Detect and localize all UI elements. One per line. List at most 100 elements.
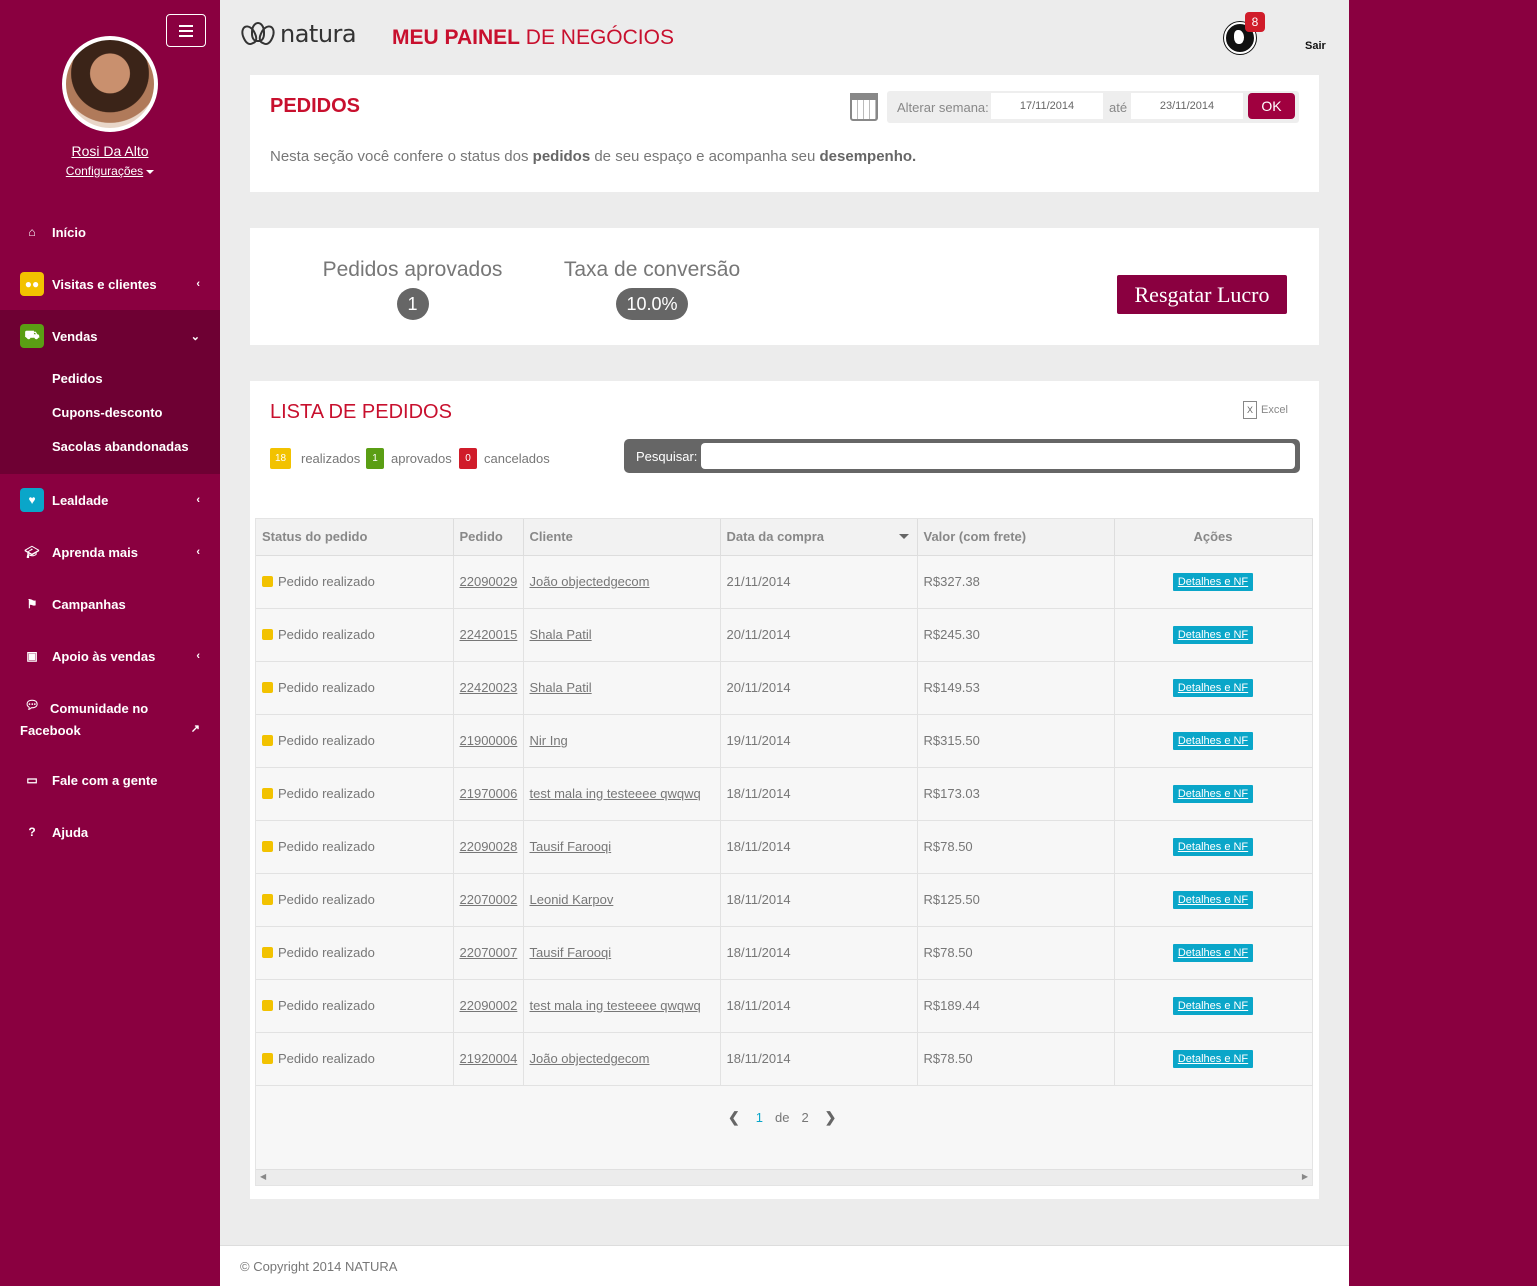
sidebar-item-aprenda[interactable]: 🎓︎ Aprenda mais ‹ xyxy=(0,540,220,564)
ok-button[interactable]: OK xyxy=(1248,93,1295,119)
column-header-cliente[interactable]: Cliente xyxy=(523,519,721,556)
sidebar-subitem-pedidos[interactable]: Pedidos xyxy=(52,371,103,386)
pedido-link[interactable]: 22070007 xyxy=(460,945,518,960)
cliente-link[interactable]: Shala Patil xyxy=(530,627,592,642)
status-cell: Pedido realizado xyxy=(256,1032,454,1086)
excel-export-link[interactable]: X Excel xyxy=(1243,401,1288,419)
detalhes-nf-button[interactable]: Detalhes e NF xyxy=(1172,1049,1254,1068)
pedido-link[interactable]: 21900006 xyxy=(460,733,518,748)
valor-cell: R$315.50 xyxy=(917,714,1115,768)
cliente-link[interactable]: Tausif Farooqi xyxy=(530,839,612,854)
scroll-right-icon[interactable]: ▶ xyxy=(1302,1172,1308,1181)
detalhes-nf-button[interactable]: Detalhes e NF xyxy=(1172,731,1254,750)
pedido-link[interactable]: 21970006 xyxy=(460,786,518,801)
pedido-link[interactable]: 21920004 xyxy=(460,1051,518,1066)
date-start-input[interactable] xyxy=(991,93,1103,119)
cliente-link[interactable]: test mala ing testeeee qwqwq xyxy=(530,786,701,801)
page-title-rest: DE NEGÓCIOS xyxy=(519,26,674,49)
column-header-valor[interactable]: Valor (com frete) xyxy=(917,519,1115,556)
status-indicator xyxy=(262,788,273,799)
cliente-link[interactable]: João objectedgecom xyxy=(530,1051,650,1066)
user-name-link[interactable]: Rosi Da Alto xyxy=(0,143,220,159)
resgatar-lucro-button[interactable]: Resgatar Lucro xyxy=(1117,275,1287,314)
pedido-cell: 22420023 xyxy=(453,661,524,715)
horizontal-scrollbar[interactable]: ◀ ▶ xyxy=(256,1169,1312,1185)
cliente-link[interactable]: Leonid Karpov xyxy=(530,892,614,907)
data-cell: 18/11/2014 xyxy=(720,767,918,821)
detalhes-nf-button[interactable]: Detalhes e NF xyxy=(1172,890,1254,909)
cliente-link[interactable]: Nir Ing xyxy=(530,733,568,748)
avatar[interactable] xyxy=(62,36,158,132)
pagination-current-page[interactable]: 1 xyxy=(756,1110,763,1125)
sidebar-item-ajuda[interactable]: ? Ajuda xyxy=(0,820,220,844)
scroll-left-icon[interactable]: ◀ xyxy=(260,1172,266,1181)
table-row: Pedido realizado 22090002 test mala ing te… xyxy=(256,979,1313,1033)
next-page-icon[interactable]: ❯ xyxy=(825,1109,837,1126)
sidebar-item-vendas[interactable]: ⛟ Vendas ⌄ xyxy=(0,324,220,348)
pedido-cell: 22420015 xyxy=(453,608,524,662)
calendar-icon[interactable] xyxy=(850,93,878,121)
table-row: Pedido realizado 22090029 João objectedgec… xyxy=(256,555,1313,609)
status-cell: Pedido realizado xyxy=(256,555,454,609)
chevron-left-icon: ‹ xyxy=(196,650,200,662)
pedido-cell: 22070007 xyxy=(453,926,524,980)
logo-text: natura xyxy=(280,20,357,48)
data-cell: 18/11/2014 xyxy=(720,979,918,1033)
sidebar-item-campanhas[interactable]: ⚑ Campanhas xyxy=(0,592,220,616)
stat-label: Taxa de conversão xyxy=(563,258,741,281)
sidebar-item-inicio[interactable]: ⌂ Início xyxy=(0,220,220,244)
sidebar-item-visitas[interactable]: ●● Visitas e clientes ‹ xyxy=(0,272,220,296)
notification-badge[interactable]: 8 xyxy=(1245,12,1265,32)
cliente-link[interactable]: test mala ing testeeee qwqwq xyxy=(530,998,701,1013)
pedido-link[interactable]: 22090002 xyxy=(460,998,518,1013)
lista-pedidos-panel: LISTA DE PEDIDOS X Excel 18 realizados 1… xyxy=(250,381,1319,1199)
acoes-cell: Detalhes e NF xyxy=(1114,820,1313,874)
pedido-link[interactable]: 22070002 xyxy=(460,892,518,907)
detalhes-nf-button[interactable]: Detalhes e NF xyxy=(1172,678,1254,697)
cliente-link[interactable]: Tausif Farooqi xyxy=(530,945,612,960)
column-header-pedido[interactable]: Pedido xyxy=(453,519,524,556)
acoes-cell: Detalhes e NF xyxy=(1114,608,1313,662)
main-content: natura MEU PAINEL DE NEGÓCIOS 8 Sair PED… xyxy=(220,0,1349,1286)
excel-icon: X xyxy=(1243,401,1257,419)
column-header-data[interactable]: Data da compra xyxy=(720,519,918,556)
pedido-link[interactable]: 22420015 xyxy=(460,627,518,642)
sidebar-item-lealdade[interactable]: ♥ Lealdade ‹ xyxy=(0,488,220,512)
logout-link[interactable]: Sair xyxy=(1305,40,1326,52)
menu-toggle-button[interactable] xyxy=(166,14,206,47)
prev-page-icon[interactable]: ❮ xyxy=(728,1109,740,1126)
sidebar-subitem-sacolas[interactable]: Sacolas abandonadas xyxy=(52,439,189,454)
date-end-input[interactable] xyxy=(1131,93,1243,119)
intro-text-bold: desempenho. xyxy=(819,148,917,165)
search-input[interactable] xyxy=(701,443,1295,469)
users-icon: ●● xyxy=(20,272,44,296)
column-header-status[interactable]: Status do pedido xyxy=(256,519,454,556)
status-indicator xyxy=(262,682,273,693)
cliente-link[interactable]: João objectedgecom xyxy=(530,574,650,589)
detalhes-nf-button[interactable]: Detalhes e NF xyxy=(1172,837,1254,856)
configuracoes-dropdown[interactable]: Configurações xyxy=(0,164,220,178)
detalhes-nf-button[interactable]: Detalhes e NF xyxy=(1172,996,1254,1015)
sidebar-item-facebook[interactable]: 💬︎ Comunidade no Facebook ↗ xyxy=(0,696,220,742)
detalhes-nf-button[interactable]: Detalhes e NF xyxy=(1172,572,1254,591)
search-box: Pesquisar: xyxy=(624,439,1300,473)
detalhes-nf-button[interactable]: Detalhes e NF xyxy=(1172,625,1254,644)
stat-value: 10.0% xyxy=(616,288,688,320)
status-text: Pedido realizado xyxy=(278,945,375,960)
sidebar-item-apoio[interactable]: ▣ Apoio às vendas ‹ xyxy=(0,644,220,668)
natura-logo-icon xyxy=(238,21,278,48)
status-indicator xyxy=(262,1053,273,1064)
cliente-link[interactable]: Shala Patil xyxy=(530,680,592,695)
sidebar-item-label: Apoio às vendas xyxy=(52,648,156,664)
detalhes-nf-button[interactable]: Detalhes e NF xyxy=(1172,943,1254,962)
sidebar-subitem-cupons[interactable]: Cupons-desconto xyxy=(52,405,163,420)
sidebar-item-label: Visitas e clientes xyxy=(52,276,157,292)
detalhes-nf-button[interactable]: Detalhes e NF xyxy=(1172,784,1254,803)
pedido-link[interactable]: 22090029 xyxy=(460,574,518,589)
caret-down-icon xyxy=(146,169,155,174)
pedido-link[interactable]: 22090028 xyxy=(460,839,518,854)
table-row: Pedido realizado 22420015 Shala Patil 20/11… xyxy=(256,608,1313,662)
pedido-link[interactable]: 22420023 xyxy=(460,680,518,695)
valor-cell: R$173.03 xyxy=(917,767,1115,821)
sidebar-item-fale[interactable]: ▭ Fale com a gente xyxy=(0,768,220,792)
